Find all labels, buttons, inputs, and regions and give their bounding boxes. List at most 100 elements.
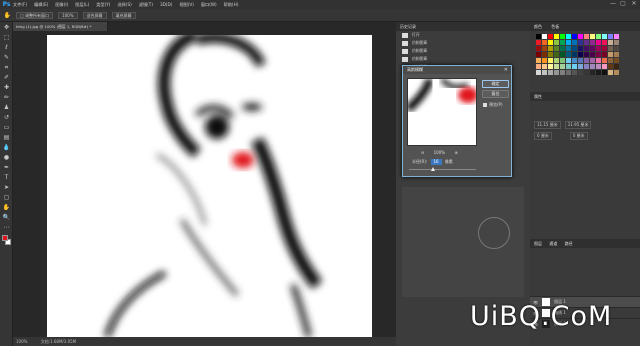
width-field[interactable]: 11.15 厘米 xyxy=(534,121,561,129)
menu-file[interactable]: 文件(F) xyxy=(13,2,27,8)
filter-preview[interactable] xyxy=(407,78,477,146)
reset-button[interactable]: 复位 xyxy=(482,90,509,98)
color-swatch[interactable] xyxy=(536,58,541,63)
menu-filter[interactable]: 滤镜(T) xyxy=(139,2,153,8)
menu-edit[interactable]: 编辑(E) xyxy=(34,2,48,8)
history-tab[interactable]: 历史记录 xyxy=(396,22,530,31)
color-swatch[interactable] xyxy=(566,70,571,75)
color-swatch[interactable] xyxy=(584,58,589,63)
fit-screen-button[interactable]: 适合屏幕 xyxy=(82,11,107,19)
color-swatch[interactable] xyxy=(578,70,583,75)
fill-screen-button[interactable]: 填充屏幕 xyxy=(111,11,136,19)
color-swatch[interactable] xyxy=(584,46,589,51)
gradient-tool-icon[interactable]: ▤ xyxy=(2,133,11,142)
color-swatch[interactable] xyxy=(590,58,595,63)
pen-tool-icon[interactable]: ✒ xyxy=(2,163,11,172)
hand-tool-icon[interactable]: ✋ xyxy=(3,11,12,20)
menu-help[interactable]: 帮助(H) xyxy=(224,2,239,8)
color-swatch[interactable] xyxy=(548,40,553,45)
color-swatch[interactable] xyxy=(560,58,565,63)
color-swatch[interactable] xyxy=(560,46,565,51)
color-swatch[interactable] xyxy=(542,34,547,39)
menu-type[interactable]: 类型(Y) xyxy=(96,2,110,8)
path-select-tool-icon[interactable]: ➤ xyxy=(2,183,11,192)
color-swatch[interactable] xyxy=(554,40,559,45)
color-swatch[interactable] xyxy=(542,46,547,51)
color-swatch[interactable] xyxy=(584,40,589,45)
crop-tool-icon[interactable]: ⌗ xyxy=(2,63,11,72)
color-swatch[interactable] xyxy=(572,70,577,75)
radius-slider-track[interactable] xyxy=(409,169,476,170)
minimize-icon[interactable]: — xyxy=(609,0,617,8)
color-swatch[interactable] xyxy=(608,70,613,75)
color-swatch[interactable] xyxy=(560,70,565,75)
color-swatch[interactable] xyxy=(578,34,583,39)
tab-layers[interactable]: 图层 xyxy=(534,241,542,246)
color-swatch[interactable] xyxy=(578,52,583,57)
color-swatch[interactable] xyxy=(602,70,607,75)
radius-input[interactable]: 16 xyxy=(430,159,442,165)
color-swatch[interactable] xyxy=(566,52,571,57)
color-swatch[interactable] xyxy=(578,58,583,63)
color-swatch[interactable] xyxy=(548,52,553,57)
color-swatch[interactable] xyxy=(542,58,547,63)
color-swatch[interactable] xyxy=(596,52,601,57)
radius-slider-handle[interactable] xyxy=(431,167,435,171)
color-swatch[interactable] xyxy=(536,34,541,39)
color-swatch[interactable] xyxy=(614,46,619,51)
color-swatch[interactable] xyxy=(572,34,577,39)
color-swatch[interactable] xyxy=(602,52,607,57)
history-item[interactable]: 打开 xyxy=(396,31,530,39)
color-swatch[interactable] xyxy=(590,46,595,51)
hand-tool-icon[interactable]: ✋ xyxy=(2,203,11,212)
healing-brush-tool-icon[interactable]: ✚ xyxy=(2,83,11,92)
history-item[interactable]: 仿制图章 xyxy=(396,55,530,63)
checkbox-box[interactable] xyxy=(483,103,487,107)
color-swatch[interactable] xyxy=(608,40,613,45)
zoom-out-icon[interactable]: ⊖ xyxy=(421,150,424,155)
color-swatch[interactable] xyxy=(548,34,553,39)
color-swatch[interactable] xyxy=(590,34,595,39)
color-swatch[interactable] xyxy=(590,52,595,57)
color-swatches[interactable] xyxy=(0,233,13,247)
color-swatch[interactable] xyxy=(584,70,589,75)
color-swatch[interactable] xyxy=(602,46,607,51)
color-swatch[interactable] xyxy=(554,58,559,63)
color-swatch[interactable] xyxy=(590,64,595,69)
y-field[interactable]: 0 厘米 xyxy=(569,132,588,140)
close-icon[interactable]: ✕ xyxy=(504,66,508,74)
menu-3d[interactable]: 3D(D) xyxy=(160,2,172,7)
color-swatch[interactable] xyxy=(548,46,553,51)
color-swatch[interactable] xyxy=(614,64,619,69)
edit-toolbar-icon[interactable]: ⋯ xyxy=(2,223,11,232)
color-swatch[interactable] xyxy=(596,34,601,39)
color-swatch[interactable] xyxy=(536,64,541,69)
color-swatch[interactable] xyxy=(560,34,565,39)
tab-swatches[interactable]: 色板 xyxy=(551,24,559,29)
color-swatch[interactable] xyxy=(560,52,565,57)
color-swatch[interactable] xyxy=(536,40,541,45)
color-swatch[interactable] xyxy=(554,34,559,39)
color-swatch[interactable] xyxy=(572,52,577,57)
color-swatch[interactable] xyxy=(566,58,571,63)
color-swatch[interactable] xyxy=(608,52,613,57)
color-swatch[interactable] xyxy=(560,40,565,45)
color-swatch[interactable] xyxy=(614,52,619,57)
shape-tool-icon[interactable]: ▢ xyxy=(2,193,11,202)
color-swatch[interactable] xyxy=(614,34,619,39)
brush-tool-icon[interactable]: ✏ xyxy=(2,93,11,102)
color-swatch[interactable] xyxy=(548,70,553,75)
color-swatch[interactable] xyxy=(554,64,559,69)
color-swatch[interactable] xyxy=(572,40,577,45)
clone-stamp-tool-icon[interactable]: ♟ xyxy=(2,103,11,112)
lasso-tool-icon[interactable]: ℓ xyxy=(2,43,11,52)
color-swatch[interactable] xyxy=(596,58,601,63)
menu-window[interactable]: 窗口(W) xyxy=(201,2,217,8)
color-swatch[interactable] xyxy=(542,40,547,45)
color-swatch[interactable] xyxy=(578,64,583,69)
color-swatch[interactable] xyxy=(548,64,553,69)
color-swatch[interactable] xyxy=(572,46,577,51)
zoom-tool-icon[interactable]: 🔍 xyxy=(2,213,11,222)
properties-tab[interactable]: 属性 xyxy=(530,92,640,101)
history-item[interactable]: 仿制图章 xyxy=(396,47,530,55)
